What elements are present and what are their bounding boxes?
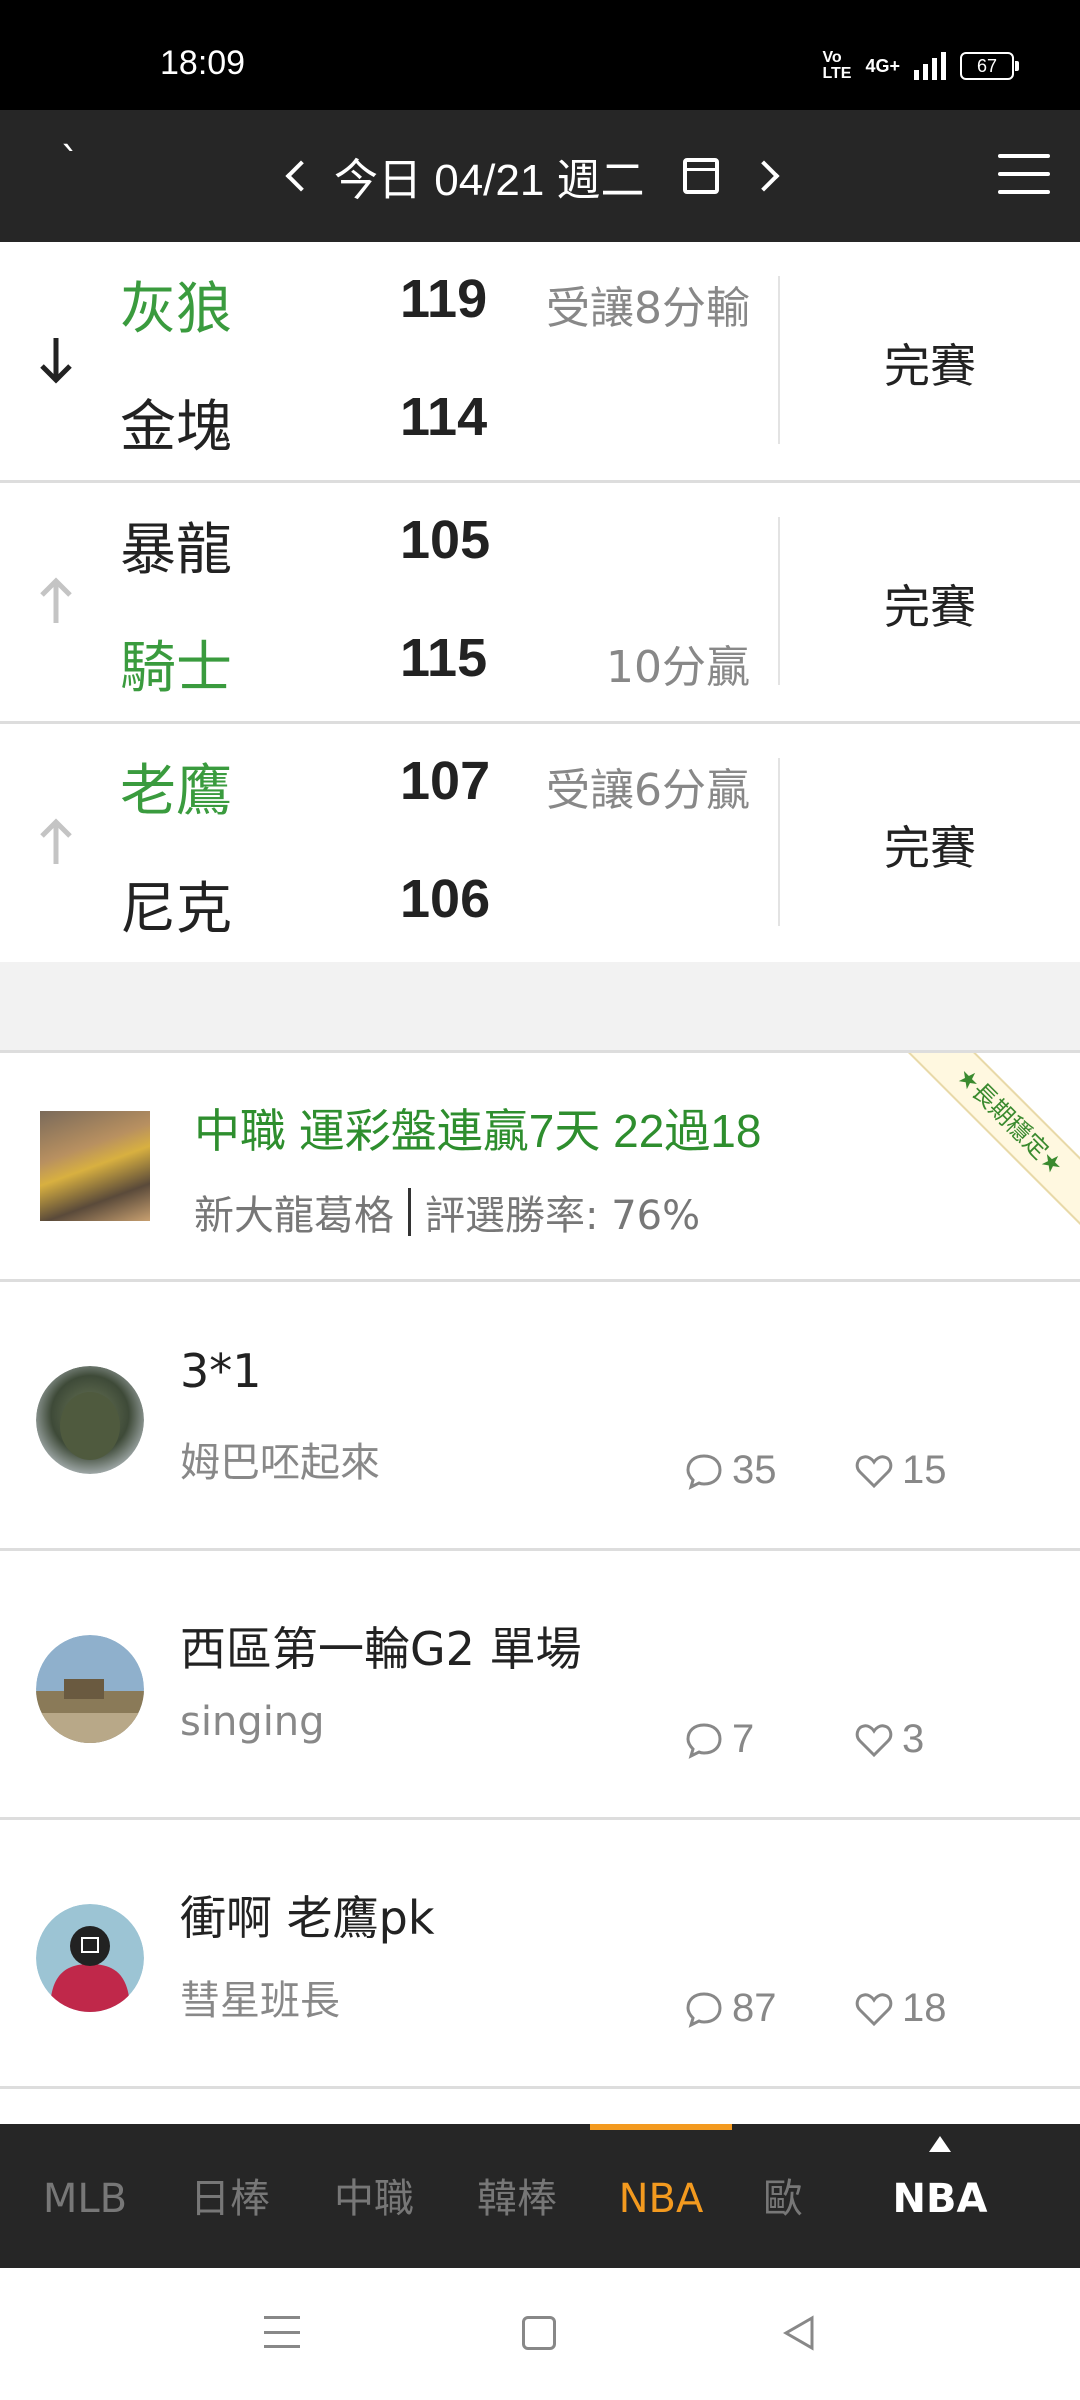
sport-selector-button[interactable]: NBA (860, 2124, 1020, 2268)
arrow-up-icon (40, 818, 72, 864)
team-name: 金塊 (120, 395, 232, 460)
team-score: 115 (400, 628, 488, 688)
tab-kbo[interactable]: 韓棒 (456, 2124, 578, 2268)
long-term-stable-ribbon: ★長期穩定★ (901, 1053, 1080, 1230)
expert-title: 中職 運彩盤連贏7天 22過18 (194, 1105, 762, 1157)
like-count[interactable]: 18 (854, 1986, 947, 2031)
comment-icon (686, 1722, 722, 1759)
games-list: 灰狼 119 受讓8分輸 金塊 114 完賽 暴龍 105 騎士 115 10分… (0, 242, 1080, 965)
system-nav-bar (0, 2268, 1080, 2400)
home-icon[interactable] (522, 2316, 556, 2350)
next-day-icon[interactable] (748, 160, 780, 192)
like-count[interactable]: 15 (854, 1448, 947, 1493)
back-icon[interactable]: ˋ (60, 140, 80, 186)
tab-npb[interactable]: 日棒 (170, 2124, 290, 2268)
game-row[interactable]: 暴龍 105 騎士 115 10分贏 完賽 (0, 483, 1080, 724)
expert-win-rate: 評選勝率: 76% (425, 1193, 701, 1239)
expert-meta: 新大龍葛格 評選勝率: 76% (194, 1183, 700, 1241)
arrow-up-icon (40, 577, 72, 623)
heart-icon (855, 1454, 893, 1488)
spread-note: 受讓8分輸 (546, 283, 750, 334)
comment-count-value: 35 (732, 1448, 777, 1492)
volte-icon: Vo LTE (822, 49, 852, 82)
comment-icon (686, 1453, 722, 1490)
sport-tab-bar: MLB 日棒 中職 韓棒 NBA 歐 NBA (0, 2124, 1080, 2268)
arrow-down-icon (40, 338, 72, 384)
tab-mlb[interactable]: MLB (20, 2124, 150, 2268)
post-author: 姆巴呸起來 (180, 1440, 380, 1486)
game-row[interactable]: 老鷹 107 受讓6分贏 尼克 106 完賽 (0, 724, 1080, 965)
network-type: 4G+ (865, 55, 900, 76)
status-icons: Vo LTE 4G+ 67 (822, 49, 1019, 82)
prev-day-icon[interactable] (285, 160, 317, 192)
recent-apps-icon[interactable] (264, 2316, 300, 2348)
spread-note: 受讓6分贏 (546, 765, 750, 816)
comment-count[interactable]: 35 (684, 1448, 777, 1493)
game-status: 完賽 (884, 339, 976, 393)
expert-thumbnail (40, 1111, 150, 1221)
status-time: 18:09 (160, 44, 246, 82)
team-name: 老鷹 (120, 759, 232, 824)
back-triangle-icon[interactable] (780, 2314, 818, 2352)
heart-icon (855, 1992, 893, 2026)
date-label[interactable]: 今日 04/21 週二 (334, 144, 645, 208)
calendar-icon[interactable] (682, 158, 719, 194)
team-name: 尼克 (120, 877, 232, 942)
heart-icon (855, 1723, 893, 1757)
featured-expert-card[interactable]: 中職 運彩盤連贏7天 22過18 新大龍葛格 評選勝率: 76% ★長期穩定★ (0, 1053, 1080, 1282)
game-status: 完賽 (884, 821, 976, 875)
team-name: 騎士 (120, 636, 232, 701)
like-count[interactable]: 3 (854, 1717, 924, 1762)
team-score: 106 (400, 869, 491, 929)
date-navigator: 今日 04/21 週二 (285, 144, 780, 208)
list-item[interactable]: 3*1 姆巴呸起來 35 15 (0, 1282, 1080, 1551)
status-bar: 18:09 Vo LTE 4G+ 67 (0, 0, 1080, 110)
like-count-value: 15 (902, 1448, 947, 1492)
tab-europe[interactable]: 歐 (748, 2124, 818, 2268)
post-author: 彗星班長 (180, 1978, 340, 2024)
list-item[interactable]: 衝啊 老鷹pk 彗星班長 87 18 (0, 1820, 1080, 2089)
list-item[interactable]: 西區第一輪G2 單場 singing 7 3 (0, 1551, 1080, 1820)
caret-up-icon (929, 2136, 951, 2152)
team-score: 105 (400, 510, 491, 570)
comment-icon (686, 1991, 722, 2028)
hamburger-menu-icon[interactable] (998, 154, 1050, 194)
comment-count-value: 7 (732, 1717, 755, 1761)
like-count-value: 18 (902, 1986, 947, 2030)
tab-cpbl[interactable]: 中職 (314, 2124, 434, 2268)
team-name: 灰狼 (120, 277, 232, 342)
comment-count[interactable]: 87 (684, 1986, 777, 2031)
post-title: 衝啊 老鷹pk (180, 1891, 435, 1945)
comment-count[interactable]: 7 (684, 1717, 754, 1762)
comment-count-value: 87 (732, 1986, 777, 2030)
game-status: 完賽 (884, 580, 976, 634)
post-title: 3*1 (180, 1344, 262, 1398)
team-score: 114 (400, 387, 488, 447)
team-name: 暴龍 (120, 518, 232, 583)
like-count-value: 3 (902, 1717, 925, 1761)
post-title: 西區第一輪G2 單場 (180, 1622, 582, 1676)
post-author: singing (180, 1699, 325, 1745)
signal-icon (914, 52, 946, 80)
team-score: 107 (400, 751, 491, 811)
expert-name: 新大龍葛格 (194, 1193, 394, 1239)
section-spacer (0, 962, 1080, 1053)
avatar (36, 1635, 144, 1743)
sport-selector-label: NBA (892, 2176, 988, 2222)
avatar (36, 1366, 144, 1474)
tab-nba[interactable]: NBA (590, 2124, 732, 2268)
spread-note: 10分贏 (606, 642, 750, 693)
avatar (36, 1904, 144, 2012)
battery-icon: 67 (960, 52, 1019, 80)
divider (408, 1188, 411, 1236)
team-score: 119 (400, 269, 488, 329)
app-header: ˋ 今日 04/21 週二 (0, 110, 1080, 242)
game-row[interactable]: 灰狼 119 受讓8分輸 金塊 114 完賽 (0, 242, 1080, 483)
